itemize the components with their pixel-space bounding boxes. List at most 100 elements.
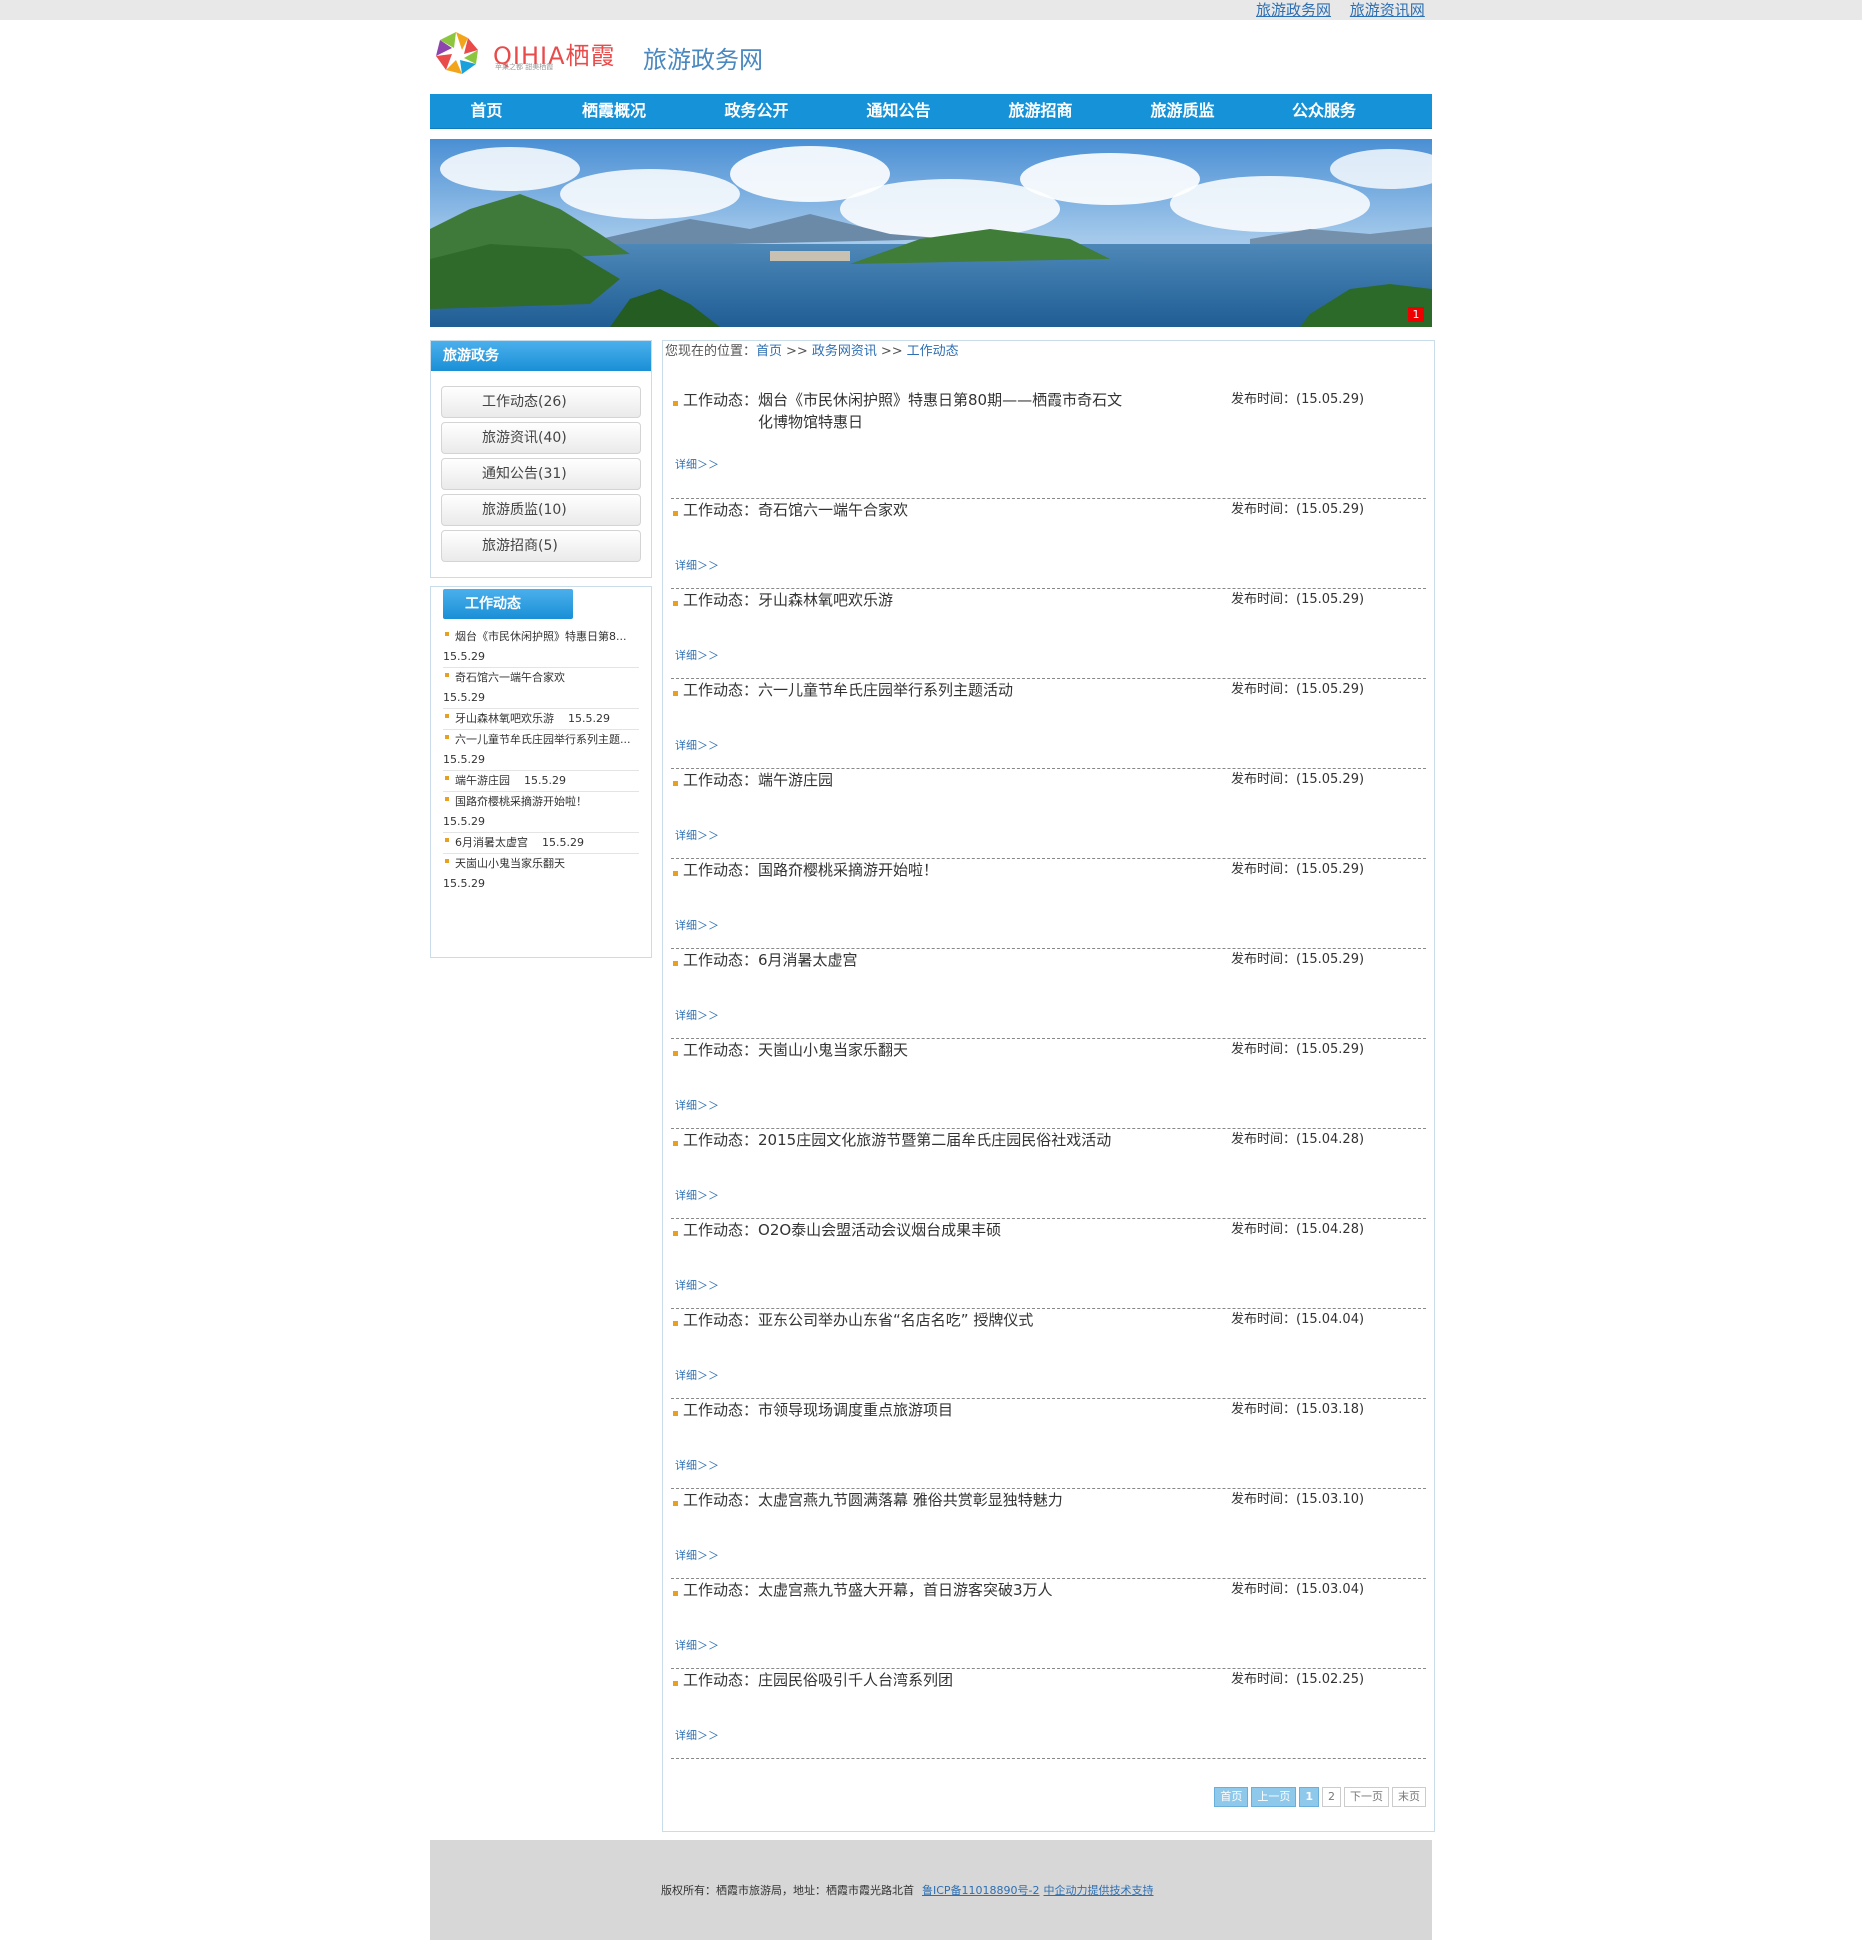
breadcrumb-home[interactable]: 首页 [756, 344, 782, 359]
article-row: 工作动态：市领导现场调度重点旅游项目 发布时间：(15.03.18) 详细＞＞ [671, 1399, 1426, 1489]
category-travel-info[interactable]: 旅游资讯(40) [441, 422, 641, 454]
icp-link[interactable]: 鲁ICP备11018890号-2 [922, 1884, 1040, 1897]
page-last-button[interactable]: 末页 [1392, 1787, 1426, 1807]
list-item[interactable]: 奇石馆六一端午合家欢 15.5.29 [443, 668, 639, 709]
banner-landscape: 1 [430, 139, 1432, 327]
article-title[interactable]: 工作动态：庄园民俗吸引千人台湾系列团 [683, 1669, 1133, 1691]
nav-gov-open[interactable]: 政务公开 [685, 94, 828, 128]
bullet-icon [673, 691, 678, 696]
sidebar-news-title: 工作动态 [443, 589, 573, 619]
details-link[interactable]: 详细＞＞ [675, 647, 719, 663]
details-link[interactable]: 详细＞＞ [675, 1097, 719, 1113]
bullet-icon [673, 961, 678, 966]
breadcrumb-gov-info[interactable]: 政务网资讯 [812, 344, 877, 359]
publish-time: 发布时间：(15.05.29) [1231, 952, 1365, 967]
article-title[interactable]: 工作动态： 烟台《市民休闲护照》特惠日第80期——栖霞市奇石文化博物馆特惠日 [683, 389, 1133, 433]
details-link[interactable]: 详细＞＞ [675, 557, 719, 573]
article-row: 工作动态：端午游庄园 发布时间：(15.05.29) 详细＞＞ [671, 769, 1426, 859]
details-link[interactable]: 详细＞＞ [675, 1457, 719, 1473]
nav-notices[interactable]: 通知公告 [828, 94, 969, 128]
article-row: 工作动态：国路夼樱桃采摘游开始啦！ 发布时间：(15.05.29) 详细＞＞ [671, 859, 1426, 949]
details-link[interactable]: 详细＞＞ [675, 1727, 719, 1743]
details-link[interactable]: 详细＞＞ [675, 1547, 719, 1563]
top-link-info[interactable]: 旅游资讯网 [1350, 1, 1425, 19]
category-notices[interactable]: 通知公告(31) [441, 458, 641, 490]
details-link[interactable]: 详细＞＞ [675, 737, 719, 753]
page-2-button[interactable]: 2 [1322, 1787, 1341, 1807]
article-row: 工作动态：太虚宫燕九节盛大开幕，首日游客突破3万人 发布时间：(15.03.04… [671, 1579, 1426, 1669]
article-title[interactable]: 工作动态：2015庄园文化旅游节暨第二届牟氏庄园民俗社戏活动 [683, 1129, 1163, 1151]
article-title[interactable]: 工作动态：端午游庄园 [683, 769, 1133, 791]
publish-time: 发布时间：(15.05.29) [1231, 682, 1365, 697]
page-first-button[interactable]: 首页 [1214, 1787, 1249, 1807]
bullet-icon [445, 859, 449, 863]
nav-overview[interactable]: 栖霞概况 [543, 94, 685, 128]
article-title[interactable]: 工作动态：牙山森林氧吧欢乐游 [683, 589, 1133, 611]
article-title[interactable]: 工作动态：天崮山小鬼当家乐翻天 [683, 1039, 1133, 1061]
page-next-button[interactable]: 下一页 [1344, 1787, 1389, 1807]
publish-time: 发布时间：(15.03.04) [1231, 1582, 1365, 1597]
footer: 版权所有：栖霞市旅游局，地址：栖霞市霞光路北首 鲁ICP备11018890号-2 中… [430, 1840, 1432, 1940]
article-title[interactable]: 工作动态：六一儿童节牟氏庄园举行系列主题活动 [683, 679, 1133, 701]
publish-time: 发布时间：(15.03.10) [1231, 1492, 1365, 1507]
list-item[interactable]: 牙山森林氧吧欢乐游 15.5.29 [443, 709, 639, 730]
bullet-icon [673, 781, 678, 786]
article-row: 工作动态：2015庄园文化旅游节暨第二届牟氏庄园民俗社戏活动 发布时间：(15.… [671, 1129, 1426, 1219]
top-strip [0, 0, 1862, 20]
bullet-icon [673, 1231, 678, 1236]
bullet-icon [445, 735, 449, 739]
article-title[interactable]: 工作动态：市领导现场调度重点旅游项目 [683, 1399, 1133, 1421]
nav-public-service[interactable]: 公众服务 [1253, 94, 1395, 128]
publish-time: 发布时间：(15.05.29) [1231, 592, 1365, 607]
article-row: 工作动态：天崮山小鬼当家乐翻天 发布时间：(15.05.29) 详细＞＞ [671, 1039, 1426, 1129]
article-list: 工作动态： 烟台《市民休闲护照》特惠日第80期——栖霞市奇石文化博物馆特惠日 发布… [671, 389, 1426, 1759]
list-item[interactable]: 国路夼樱桃采摘游开始啦！ 15.5.29 [443, 792, 639, 833]
article-title[interactable]: 工作动态：国路夼樱桃采摘游开始啦！ [683, 859, 1133, 881]
publish-time: 发布时间：(15.05.29) [1231, 392, 1365, 407]
bullet-icon [673, 1411, 678, 1416]
article-title[interactable]: 工作动态：O2O泰山会盟活动会议烟台成果丰硕 [683, 1219, 1133, 1241]
list-item[interactable]: 烟台《市民休闲护照》特惠日第8... 15.5.29 [443, 627, 639, 668]
banner-counter[interactable]: 1 [1408, 307, 1424, 322]
details-link[interactable]: 详细＞＞ [675, 1187, 719, 1203]
article-title[interactable]: 工作动态：太虚宫燕九节盛大开幕，首日游客突破3万人 [683, 1579, 1133, 1601]
page-1-button[interactable]: 1 [1299, 1787, 1319, 1807]
details-link[interactable]: 详细＞＞ [675, 827, 719, 843]
page-prev-button[interactable]: 上一页 [1251, 1787, 1297, 1807]
publish-time: 发布时间：(15.03.18) [1231, 1402, 1365, 1417]
article-title[interactable]: 工作动态：奇石馆六一端午合家欢 [683, 499, 1133, 521]
category-investment[interactable]: 旅游招商(5) [441, 530, 641, 562]
details-link[interactable]: 详细＞＞ [675, 1637, 719, 1653]
breadcrumb-work-news[interactable]: 工作动态 [907, 344, 959, 359]
article-title[interactable]: 工作动态：6月消暑太虚宫 [683, 949, 1133, 971]
main-content: 您现在的位置：首页 >> 政务网资讯 >> 工作动态 工作动态： 烟台《市民休闲护照》特惠… [662, 340, 1435, 1832]
nav-home[interactable]: 首页 [430, 94, 543, 128]
article-row: 工作动态：奇石馆六一端午合家欢 发布时间：(15.05.29) 详细＞＞ [671, 499, 1426, 589]
pagination: 首页 上一页 1 2 下一页 末页 [1211, 1787, 1426, 1807]
bullet-icon [445, 776, 449, 780]
list-item[interactable]: 天崮山小鬼当家乐翻天 15.5.29 [443, 854, 639, 894]
details-link[interactable]: 详细＞＞ [675, 917, 719, 933]
nav-investment[interactable]: 旅游招商 [969, 94, 1112, 128]
category-quality[interactable]: 旅游质监(10) [441, 494, 641, 526]
list-item[interactable]: 六一儿童节牟氏庄园举行系列主题... 15.5.29 [443, 730, 639, 771]
list-item[interactable]: 6月消暑太虚宫 15.5.29 [443, 833, 639, 854]
details-link[interactable]: 详细＞＞ [675, 1277, 719, 1293]
publish-time: 发布时间：(15.04.28) [1231, 1222, 1365, 1237]
list-item[interactable]: 端午游庄园 15.5.29 [443, 771, 639, 792]
category-work-news[interactable]: 工作动态(26) [441, 386, 641, 418]
nav-quality[interactable]: 旅游质监 [1112, 94, 1253, 128]
bullet-icon [673, 1591, 678, 1596]
support-link[interactable]: 中企动力提供技术支持 [1044, 1884, 1154, 1897]
publish-time: 发布时间：(15.05.29) [1231, 502, 1365, 517]
bullet-icon [673, 511, 678, 516]
article-title[interactable]: 工作动态：亚东公司举办山东省“名店名吃” 授牌仪式 [683, 1309, 1133, 1331]
top-link-gov[interactable]: 旅游政务网 [1256, 1, 1331, 19]
details-link[interactable]: 详细＞＞ [675, 1007, 719, 1023]
details-link[interactable]: 详细＞＞ [675, 456, 719, 472]
bullet-icon [445, 673, 449, 677]
publish-time: 发布时间：(15.02.25) [1231, 1672, 1365, 1687]
details-link[interactable]: 详细＞＞ [675, 1367, 719, 1383]
sidebar-latest-news: 工作动态 烟台《市民休闲护照》特惠日第8... 15.5.29 奇石馆六一端午合家… [430, 586, 652, 958]
article-title[interactable]: 工作动态：太虚宫燕九节圆满落幕 雅俗共赏彰显独特魅力 [683, 1489, 1133, 1511]
